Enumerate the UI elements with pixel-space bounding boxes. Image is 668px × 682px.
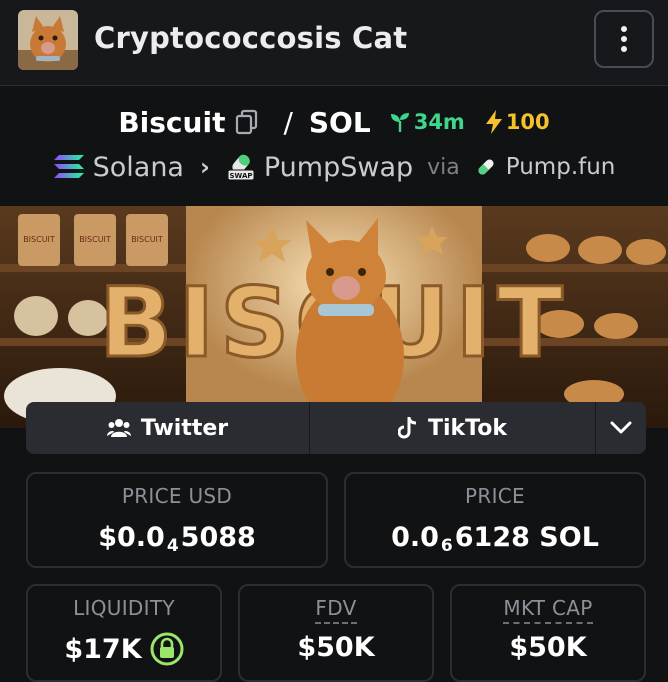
pair-separator: / — [283, 105, 293, 139]
chevron-right-icon: › — [199, 153, 210, 181]
lightning-icon — [485, 110, 502, 134]
pair-row: Biscuit / SOL 34m 100 — [0, 102, 668, 142]
chain-row: Solana › SWAP PumpSwap via Pump.fun — [0, 148, 668, 186]
pumpswap-icon: SWAP — [227, 154, 255, 181]
copy-icon[interactable] — [235, 109, 259, 135]
jar-label: BISCUIT — [79, 235, 111, 244]
liquidity-card: LIQUIDITY $17K — [26, 584, 222, 682]
tiktok-button[interactable]: TikTok — [310, 402, 596, 454]
pair-age-badge: 34m — [389, 110, 465, 134]
svg-text:SWAP: SWAP — [229, 172, 252, 180]
dex-link[interactable]: PumpSwap — [264, 152, 413, 183]
via-label: via — [427, 154, 460, 180]
token-avatar — [18, 10, 78, 70]
more-links-button[interactable] — [596, 402, 646, 454]
jar-label: BISCUIT — [23, 235, 55, 244]
twitter-button[interactable]: Twitter — [26, 402, 310, 454]
token-banner-image: BISCUIT BISCUIT BISCUIT BISCUIT — [0, 206, 668, 428]
social-links: Twitter TikTok — [26, 402, 646, 454]
pair-base-symbol: Biscuit — [118, 105, 226, 139]
fdv-value: $50K — [297, 632, 375, 663]
price-usd-card: PRICE USD $0.0 45088 — [26, 472, 328, 568]
solana-icon — [53, 155, 84, 178]
token-name: Cryptococcosis Cat — [94, 21, 408, 55]
kebab-menu-icon[interactable] — [594, 10, 654, 68]
chevron-down-icon — [610, 421, 632, 434]
launchpad-link[interactable]: Pump.fun — [506, 154, 616, 180]
top-header: Cryptococcosis Cat — [0, 0, 668, 86]
jar-label: BISCUIT — [131, 235, 163, 244]
boost-count: 100 — [505, 110, 550, 134]
pill-icon — [478, 159, 494, 175]
mkt-cap-value: $50K — [509, 632, 587, 663]
liquidity-value: $17K — [64, 633, 142, 665]
tiktok-label: TikTok — [427, 415, 507, 441]
mkt-cap-label[interactable]: MKT CAP — [503, 596, 593, 624]
liquidity-label: LIQUIDITY — [73, 596, 175, 620]
mkt-cap-card: MKT CAP $50K — [450, 584, 646, 682]
liquidity-value-row: $17K — [28, 632, 220, 666]
lock-icon[interactable] — [150, 632, 184, 666]
price-native-value: 0.0 66128 SOL — [391, 522, 599, 556]
fdv-label[interactable]: FDV — [315, 596, 357, 624]
pair-age: 34m — [413, 110, 465, 134]
twitter-label: Twitter — [140, 415, 229, 441]
price-native-label: PRICE — [465, 484, 525, 508]
sprout-icon — [390, 113, 409, 132]
tiktok-icon — [397, 417, 417, 439]
chain-link[interactable]: Solana — [93, 152, 184, 183]
price-usd-label: PRICE USD — [121, 484, 233, 508]
price-usd-value: $0.0 45088 — [98, 522, 256, 556]
price-native-card: PRICE 0.0 66128 SOL — [344, 472, 646, 568]
users-icon — [106, 419, 131, 437]
pair-quote-symbol: SOL — [308, 105, 371, 139]
fdv-card: FDV $50K — [238, 584, 434, 682]
boost-badge[interactable]: 100 — [485, 110, 550, 134]
